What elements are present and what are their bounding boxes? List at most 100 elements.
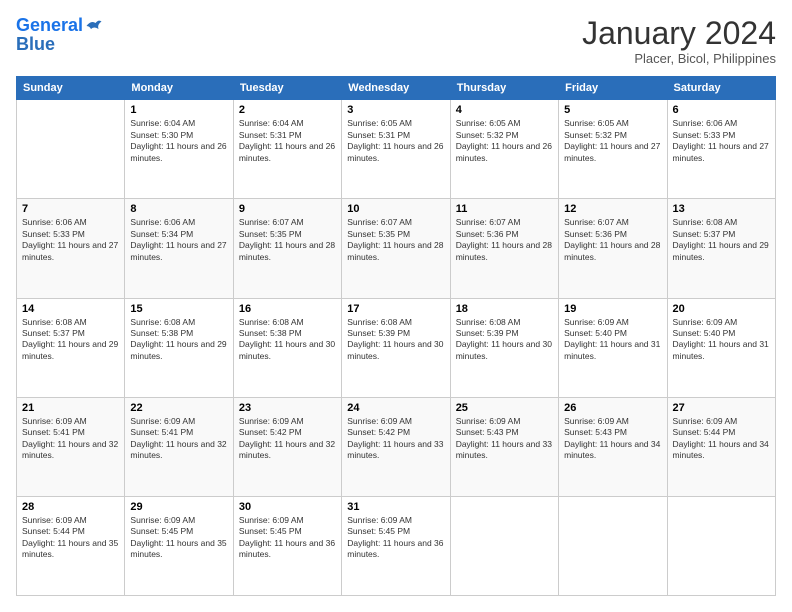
sunset-text: Sunset: 5:37 PM xyxy=(673,229,736,239)
day-number: 7 xyxy=(22,203,119,215)
sunrise-text: Sunrise: 6:09 AM xyxy=(239,416,304,426)
day-info: Sunrise: 6:09 AMSunset: 5:44 PM Daylight:… xyxy=(22,515,119,561)
daylight-text: Daylight: 11 hours and 36 minutes. xyxy=(239,538,335,559)
sunrise-text: Sunrise: 6:07 AM xyxy=(564,217,629,227)
day-number: 14 xyxy=(22,303,119,315)
day-info: Sunrise: 6:06 AMSunset: 5:34 PMDaylight:… xyxy=(130,217,227,263)
day-info: Sunrise: 6:08 AMSunset: 5:38 PMDaylight:… xyxy=(130,317,227,363)
daylight-text: Daylight: 11 hours and 26 minutes. xyxy=(130,141,226,162)
daylight-text: Daylight: 11 hours and 28 minutes. xyxy=(239,240,335,261)
sunset-text: Sunset: 5:45 PM xyxy=(130,526,193,536)
calendar-cell: 28 Sunrise: 6:09 AMSunset: 5:44 PM Dayligh… xyxy=(17,496,125,595)
daylight-text: Daylight: 11 hours and 35 minutes. xyxy=(22,538,118,559)
calendar-week-5: 28Sunrise: 6:09 AMSunset: 5:44 PMDayligh… xyxy=(17,496,776,595)
sunrise-text: Sunrise: 6:05 AM xyxy=(564,118,629,128)
day-info: Sunrise: 6:07 AMSunset: 5:35 PMDaylight:… xyxy=(347,217,444,263)
calendar-cell: 14 Sunrise: 6:08 AMSunset: 5:37 PMDayligh… xyxy=(17,298,125,397)
sunset-text: Sunset: 5:44 PM xyxy=(22,526,85,536)
daylight-text: Daylight: 11 hours and 28 minutes. xyxy=(347,240,443,261)
sunset-text: Sunset: 5:36 PM xyxy=(564,229,627,239)
calendar-body: 1Sunrise: 6:04 AMSunset: 5:30 PMDaylight… xyxy=(17,100,776,596)
day-info: Sunrise: 6:09 AMSunset: 5:41 PMDaylight:… xyxy=(22,416,119,462)
day-number: 18 xyxy=(456,303,553,315)
day-info: Sunrise: 6:09 AMSunset: 5:40 PMDaylight:… xyxy=(673,317,770,363)
sunset-text: Sunset: 5:43 PM xyxy=(564,427,627,437)
calendar-cell: 7 Sunrise: 6:06 AMSunset: 5:33 PMDaylight… xyxy=(17,199,125,298)
daylight-text: Daylight: 11 hours and 35 minutes. xyxy=(130,538,226,559)
sunrise-text: Sunrise: 6:09 AM xyxy=(347,515,412,525)
calendar-cell: 30Sunrise: 6:09 AMSunset: 5:45 PMDayligh… xyxy=(233,496,341,595)
sunrise-text: Sunrise: 6:09 AM xyxy=(456,416,521,426)
day-info: Sunrise: 6:09 AMSunset: 5:42 PMDaylight:… xyxy=(239,416,336,462)
sunset-text: Sunset: 5:41 PM xyxy=(22,427,85,437)
calendar-week-2: 7 Sunrise: 6:06 AMSunset: 5:33 PMDaylight… xyxy=(17,199,776,298)
sunrise-text: Sunrise: 6:07 AM xyxy=(347,217,412,227)
sunset-text: Sunset: 5:32 PM xyxy=(564,130,627,140)
sunrise-text: Sunrise: 6:09 AM xyxy=(130,416,195,426)
sunrise-text: Sunrise: 6:08 AM xyxy=(239,317,304,327)
sunrise-text: Sunrise: 6:08 AM xyxy=(456,317,521,327)
day-number: 30 xyxy=(239,501,336,513)
calendar-week-1: 1Sunrise: 6:04 AMSunset: 5:30 PMDaylight… xyxy=(17,100,776,199)
day-info: Sunrise: 6:09 AMSunset: 5:42 PMDaylight:… xyxy=(347,416,444,462)
day-number: 23 xyxy=(239,402,336,414)
day-info: Sunrise: 6:05 AMSunset: 5:32 PMDaylight:… xyxy=(456,118,553,164)
day-number: 12 xyxy=(564,203,661,215)
calendar-cell: 19Sunrise: 6:09 AMSunset: 5:40 PMDayligh… xyxy=(559,298,667,397)
calendar-cell: 31Sunrise: 6:09 AMSunset: 5:45 PMDayligh… xyxy=(342,496,450,595)
day-info: Sunrise: 6:09 AMSunset: 5:41 PMDaylight:… xyxy=(130,416,227,462)
sunset-text: Sunset: 5:39 PM xyxy=(347,328,410,338)
daylight-text: Daylight: 11 hours and 36 minutes. xyxy=(347,538,443,559)
calendar-cell: 12Sunrise: 6:07 AMSunset: 5:36 PMDayligh… xyxy=(559,199,667,298)
calendar-cell: 26Sunrise: 6:09 AMSunset: 5:43 PMDayligh… xyxy=(559,397,667,496)
daylight-text: Daylight: 11 hours and 34 minutes. xyxy=(564,439,660,460)
day-info: Sunrise: 6:06 AMSunset: 5:33 PMDaylight:… xyxy=(22,217,119,263)
sunset-text: Sunset: 5:30 PM xyxy=(130,130,193,140)
day-info: Sunrise: 6:04 AMSunset: 5:30 PMDaylight:… xyxy=(130,118,227,164)
day-info: Sunrise: 6:07 AMSunset: 5:36 PMDaylight:… xyxy=(564,217,661,263)
daylight-text: Daylight: 11 hours and 26 minutes. xyxy=(347,141,443,162)
daylight-text: Daylight: 11 hours and 28 minutes. xyxy=(456,240,552,261)
page: General Blue January 2024 Placer, Bicol,… xyxy=(0,0,792,612)
sunrise-text: Sunrise: 6:08 AM xyxy=(130,317,195,327)
sunrise-text: Sunrise: 6:09 AM xyxy=(22,515,87,525)
day-number: 16 xyxy=(239,303,336,315)
day-number: 10 xyxy=(347,203,444,215)
day-number: 27 xyxy=(673,402,770,414)
sunrise-text: Sunrise: 6:07 AM xyxy=(456,217,521,227)
day-number: 31 xyxy=(347,501,444,513)
calendar-cell: 22Sunrise: 6:09 AMSunset: 5:41 PMDayligh… xyxy=(125,397,233,496)
daylight-text: Daylight: 11 hours and 32 minutes. xyxy=(130,439,226,460)
day-number: 28 xyxy=(22,501,119,513)
daylight-text: Daylight: 11 hours and 32 minutes. xyxy=(239,439,335,460)
month-title: January 2024 xyxy=(582,16,776,51)
daylight-text: Daylight: 11 hours and 29 minutes. xyxy=(673,240,769,261)
day-info: Sunrise: 6:09 AMSunset: 5:45 PM Daylight:… xyxy=(130,515,227,561)
day-info: Sunrise: 6:08 AMSunset: 5:39 PMDaylight:… xyxy=(347,317,444,363)
day-number: 20 xyxy=(673,303,770,315)
calendar-week-3: 14Sunrise: 6:08 AMSunset: 5:37 PMDayligh… xyxy=(17,298,776,397)
sunrise-text: Sunrise: 6:09 AM xyxy=(673,416,738,426)
day-info: Sunrise: 6:08 AMSunset: 5:37 PMDaylight:… xyxy=(22,317,119,363)
daylight-text: Daylight: 11 hours and 26 minutes. xyxy=(239,141,335,162)
sunrise-text: Sunrise: 6:05 AM xyxy=(347,118,412,128)
daylight-text: Daylight: 11 hours and 30 minutes. xyxy=(456,339,552,360)
daylight-text: Daylight: 11 hours and 27 minutes. xyxy=(22,240,118,261)
daylight-text: Daylight: 11 hours and 27 minutes. xyxy=(130,240,226,261)
sunrise-text: Sunrise: 6:09 AM xyxy=(130,515,195,525)
calendar-cell: 29Sunrise: 6:09 AMSunset: 5:45 PMDayligh… xyxy=(125,496,233,595)
calendar-cell: 20 Sunrise: 6:09 AMSunset: 5:40 PMDayligh… xyxy=(667,298,775,397)
sunrise-text: Sunrise: 6:06 AM xyxy=(673,118,738,128)
day-number: 25 xyxy=(456,402,553,414)
sunset-text: Sunset: 5:44 PM xyxy=(673,427,736,437)
day-info: Sunrise: 6:08 AMSunset: 5:38 PMDaylight:… xyxy=(239,317,336,363)
col-header-wednesday: Wednesday xyxy=(342,77,450,100)
calendar-cell: 17Sunrise: 6:08 AMSunset: 5:39 PMDayligh… xyxy=(342,298,450,397)
day-number: 3 xyxy=(347,104,444,116)
daylight-text: Daylight: 11 hours and 33 minutes. xyxy=(347,439,443,460)
day-number: 5 xyxy=(564,104,661,116)
location-subtitle: Placer, Bicol, Philippines xyxy=(582,51,776,66)
sunset-text: Sunset: 5:33 PM xyxy=(22,229,85,239)
calendar-cell: 15Sunrise: 6:08 AMSunset: 5:38 PMDayligh… xyxy=(125,298,233,397)
sunset-text: Sunset: 5:37 PM xyxy=(22,328,85,338)
